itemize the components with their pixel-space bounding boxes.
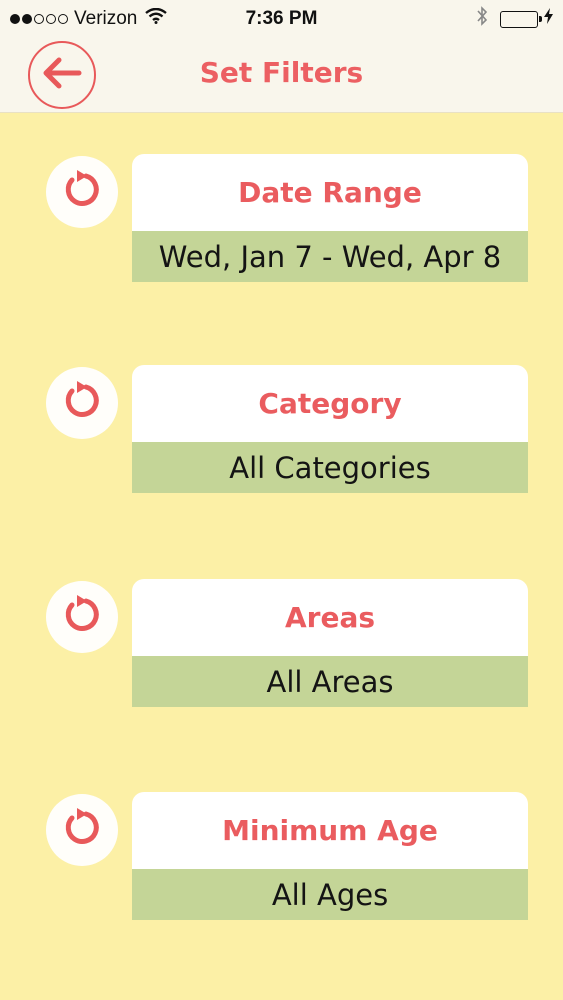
status-right — [476, 6, 553, 32]
filter-value[interactable]: Wed, Jan 7 - Wed, Apr 8 — [132, 231, 528, 282]
battery-icon — [500, 10, 542, 28]
charging-bolt-icon — [544, 8, 553, 30]
navigation-bar: Set Filters — [0, 40, 563, 113]
reset-areas-button[interactable] — [46, 581, 118, 653]
reset-minimum-age-button[interactable] — [46, 794, 118, 866]
minimum-age-card[interactable]: Minimum Age All Ages — [132, 792, 528, 920]
reset-icon — [60, 168, 104, 216]
areas-card[interactable]: Areas All Areas — [132, 579, 528, 707]
reset-icon — [60, 806, 104, 854]
bluetooth-icon — [476, 6, 488, 32]
battery-tip — [539, 15, 542, 22]
reset-icon — [60, 379, 104, 427]
reset-icon — [60, 593, 104, 641]
status-bar: Verizon 7:36 PM — [0, 0, 563, 40]
reset-date-range-button[interactable] — [46, 156, 118, 228]
filter-title: Date Range — [238, 176, 422, 209]
filter-value[interactable]: All Ages — [132, 869, 528, 920]
date-range-card[interactable]: Date Range Wed, Jan 7 - Wed, Apr 8 — [132, 154, 528, 282]
page-title: Set Filters — [199, 56, 364, 89]
filter-areas: Areas All Areas — [0, 579, 563, 707]
filter-title: Areas — [284, 601, 376, 634]
filter-title: Category — [258, 387, 402, 420]
filter-value[interactable]: All Areas — [132, 656, 528, 707]
filter-date-range: Date Range Wed, Jan 7 - Wed, Apr 8 — [0, 154, 563, 282]
filter-title: Minimum Age — [222, 814, 438, 847]
filter-category: Category All Categories — [0, 365, 563, 493]
filter-value[interactable]: All Categories — [132, 442, 528, 493]
reset-category-button[interactable] — [46, 367, 118, 439]
category-card[interactable]: Category All Categories — [132, 365, 528, 493]
filter-minimum-age: Minimum Age All Ages — [0, 792, 563, 920]
